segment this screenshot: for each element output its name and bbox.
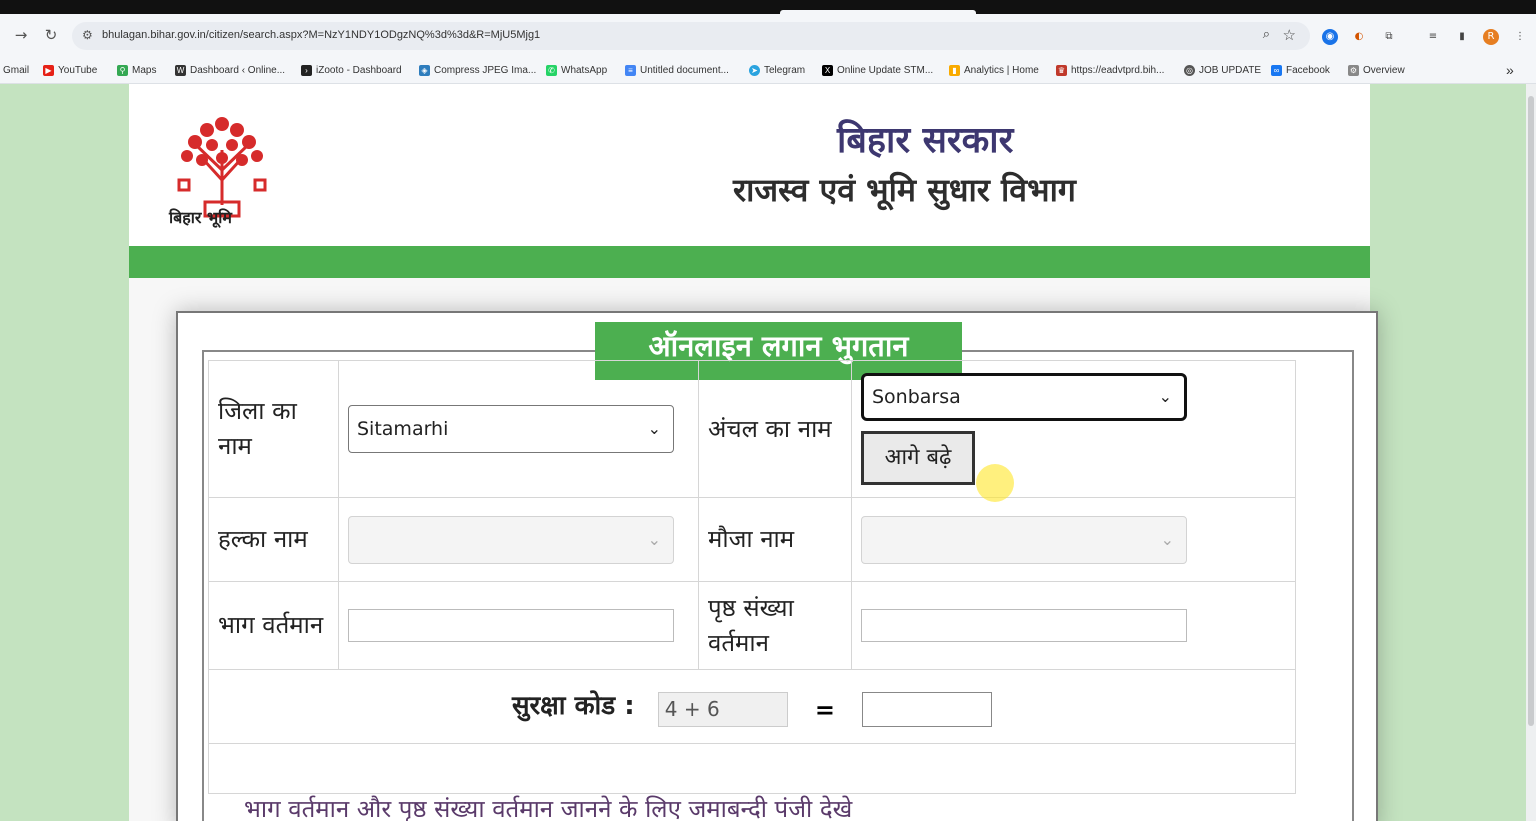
page-number-label: पृष्ठ संख्या वर्तमान xyxy=(708,593,794,657)
analytics-icon: ▮ xyxy=(949,64,960,76)
meta-icon: ∞ xyxy=(1271,64,1282,76)
circle-selected-value: Sonbarsa xyxy=(872,386,961,408)
captcha-label: सुरक्षा कोड : xyxy=(511,691,635,721)
circle-label: अंचल का नाम xyxy=(708,414,832,443)
bookmark-job-update[interactable]: ◎ JOB UPDATE xyxy=(1184,63,1261,77)
chevron-down-icon: ⌄ xyxy=(1158,387,1172,406)
form-row-bhag: भाग वर्तमान पृष्ठ संख्या वर्तमान xyxy=(208,581,1296,670)
maps-pin-icon: ⚲ xyxy=(117,64,128,76)
chevron-down-icon: ⌄ xyxy=(647,419,661,438)
captcha-question: 4 + 6 xyxy=(657,692,788,727)
x-icon: X xyxy=(822,64,833,76)
bookmark-eadvtprd[interactable]: ♛ https://eadvtprd.bih... xyxy=(1056,63,1164,77)
bhag-input[interactable] xyxy=(348,609,674,642)
bookmark-whatsapp[interactable]: ✆ WhatsApp xyxy=(546,63,607,77)
bookmark-analytics[interactable]: ▮ Analytics | Home xyxy=(949,63,1039,77)
bookmarks-bar: Gmail ▶ YouTube ⚲ Maps W Dashboard ‹ Online… xyxy=(0,56,1536,84)
extensions-puzzle-icon[interactable]: ⧉ xyxy=(1381,29,1397,45)
scrollbar-thumb[interactable] xyxy=(1528,96,1534,726)
bookmark-compress-jpeg[interactable]: ◈ Compress JPEG Ima... xyxy=(419,63,536,77)
more-bookmarks-chevron-icon[interactable]: » xyxy=(1506,62,1514,78)
bookmark-untitled-document[interactable]: ≡ Untitled document... xyxy=(625,63,729,77)
bookmark-facebook[interactable]: ∞ Facebook xyxy=(1271,63,1330,77)
mouse-cursor-highlight xyxy=(976,464,1014,502)
extension-icon-2[interactable]: ◐ xyxy=(1351,29,1367,45)
compress-icon: ◈ xyxy=(419,64,430,76)
captcha-answer-input[interactable] xyxy=(862,692,993,727)
bookmark-dashboard[interactable]: W Dashboard ‹ Online... xyxy=(175,63,285,77)
address-bar[interactable]: ⚙ bhulagan.bihar.gov.in/citizen/search.a… xyxy=(72,22,1310,50)
next-button[interactable]: आगे बढ़े xyxy=(861,431,975,485)
site-header: बिहार भूमि बिहार सरकार राजस्व एवं भूमि स… xyxy=(129,84,1370,246)
bookmark-izooto[interactable]: › iZooto - Dashboard xyxy=(301,63,402,77)
header-green-bar xyxy=(129,246,1370,278)
reading-list-icon[interactable]: ≡ xyxy=(1425,29,1441,45)
chevron-down-icon: ⌄ xyxy=(1160,529,1174,549)
page-scrollbar[interactable] xyxy=(1526,84,1536,821)
telegram-icon: ➤ xyxy=(749,64,760,76)
chevron-down-icon: ⌄ xyxy=(647,529,661,549)
bookmark-online-update[interactable]: X Online Update STM... xyxy=(822,63,933,77)
bookmark-gmail[interactable]: Gmail xyxy=(3,63,29,77)
extension-icon-1[interactable]: ◉ xyxy=(1322,29,1338,45)
wordpress-icon: W xyxy=(175,64,186,76)
form-row-note xyxy=(208,743,1296,794)
halka-select[interactable]: ⌄ xyxy=(348,515,674,564)
district-select[interactable]: Sitamarhi ⌄ xyxy=(348,405,674,453)
form-card: ऑनलाइन लगान भुगतान जिला का नाम Sitamarhi… xyxy=(176,311,1378,821)
reload-icon[interactable]: ↻ xyxy=(40,24,62,46)
youtube-icon: ▶ xyxy=(43,64,54,76)
district-selected-value: Sitamarhi xyxy=(357,418,449,440)
department-title: राजस्व एवं भूमि सुधार विभाग xyxy=(733,171,1076,209)
page-container: बिहार भूमि बिहार सरकार राजस्व एवं भूमि स… xyxy=(129,84,1378,821)
halka-label: हल्का नाम xyxy=(218,525,308,553)
browser-toolbar: → ↻ ⚙ bhulagan.bihar.gov.in/citizen/sear… xyxy=(0,14,1536,56)
form-row-district: जिला का नाम Sitamarhi ⌄ अंचल का नाम Sonb… xyxy=(208,360,1296,498)
form-row-captcha: सुरक्षा कोड : 4 + 6 = xyxy=(208,669,1296,744)
menu-kebab-icon[interactable]: ⋮ xyxy=(1512,29,1528,45)
mauja-select[interactable]: ⌄ xyxy=(861,515,1187,564)
globe-icon: ◎ xyxy=(1184,64,1195,76)
window-top-strip xyxy=(0,0,1536,14)
emblem-icon: ♛ xyxy=(1056,64,1067,76)
izooto-icon: › xyxy=(301,64,312,76)
bookmark-telegram[interactable]: ➤ Telegram xyxy=(749,63,805,77)
whatsapp-icon: ✆ xyxy=(546,64,557,76)
site-info-icon[interactable]: ⚙ xyxy=(82,28,93,42)
forward-arrow-icon[interactable]: → xyxy=(10,24,32,46)
bookmark-star-icon[interactable]: ☆ xyxy=(1283,26,1296,44)
land-search-form: जिला का नाम Sitamarhi ⌄ अंचल का नाम Sonb… xyxy=(208,360,1296,794)
bookmark-overview[interactable]: ⚙ Overview xyxy=(1348,63,1405,77)
circle-select[interactable]: Sonbarsa ⌄ xyxy=(861,373,1187,421)
govt-title: बिहार सरकार xyxy=(837,119,1014,161)
mauja-label: मौजा नाम xyxy=(708,525,795,553)
logo-caption: बिहार भूमि xyxy=(169,208,232,227)
bookmark-youtube[interactable]: ▶ YouTube xyxy=(43,63,97,77)
jamabandi-help-note: भाग वर्तमान और पृष्ठ संख्या वर्तमान जानन… xyxy=(244,795,853,821)
form-row-halka: हल्का नाम ⌄ मौजा नाम ⌄ xyxy=(208,497,1296,582)
profile-avatar[interactable]: R xyxy=(1483,29,1499,45)
bookmark-maps[interactable]: ⚲ Maps xyxy=(117,63,156,77)
zoom-icon[interactable]: ⌕ xyxy=(1263,27,1270,42)
side-panel-icon[interactable]: ▮ xyxy=(1454,29,1470,45)
docs-icon: ≡ xyxy=(625,64,636,76)
page-number-input[interactable] xyxy=(861,609,1187,642)
equals-sign: = xyxy=(814,695,835,724)
url-text[interactable]: bhulagan.bihar.gov.in/citizen/search.asp… xyxy=(102,29,540,41)
overview-icon: ⚙ xyxy=(1348,64,1359,76)
district-label: जिला का नाम xyxy=(218,397,297,460)
bhag-label: भाग वर्तमान xyxy=(218,611,324,639)
